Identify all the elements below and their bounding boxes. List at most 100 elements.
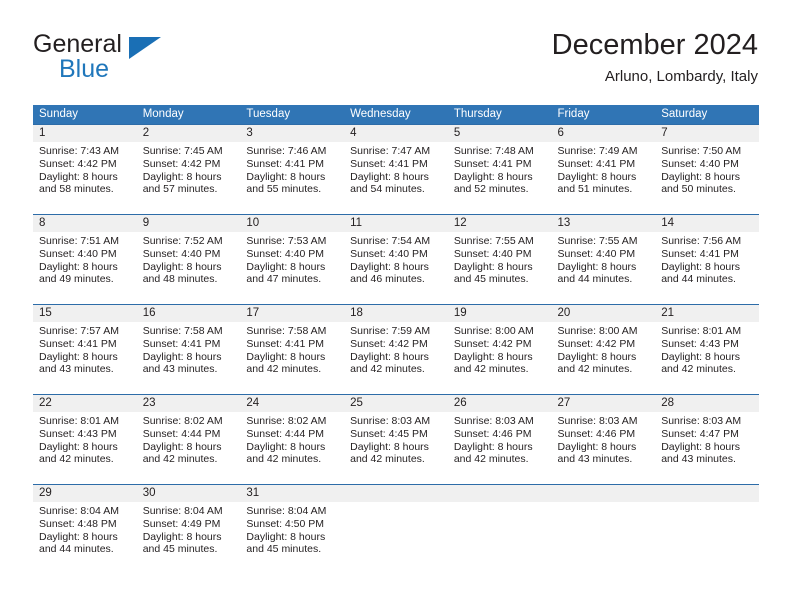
day-of-week-tuesday: Tuesday [240, 105, 345, 124]
day-cell[interactable]: 3 Sunrise: 7:46 AM Sunset: 4:41 PM Daylight… [240, 124, 345, 214]
day-cell[interactable]: 22 Sunrise: 8:01 AM Sunset: 4:43 PM Dayligh… [33, 394, 137, 484]
day-details: Sunrise: 7:56 AM Sunset: 4:41 PM Daylight:… [655, 232, 759, 286]
day-details [448, 502, 552, 505]
day-cell[interactable]: 28 Sunrise: 8:03 AM Sunset: 4:47 PM Dayligh… [655, 394, 759, 484]
day-number: 19 [447, 305, 552, 322]
daylight-text-line2: and 45 minutes. [142, 543, 218, 556]
day-number: 18 [344, 305, 448, 322]
day-cell[interactable]: 11 Sunrise: 7:54 AM Sunset: 4:40 PM Dayligh… [344, 214, 448, 304]
day-number: 25 [344, 395, 448, 412]
sunrise-text: Sunrise: 8:02 AM [246, 415, 327, 427]
sunrise-text: Sunrise: 8:03 AM [661, 415, 742, 427]
sunrise-text: Sunrise: 7:48 AM [453, 145, 534, 157]
daylight-text-line1: Daylight: 8 hours [557, 260, 637, 273]
day-details: Sunrise: 7:50 AM Sunset: 4:40 PM Daylight:… [655, 142, 759, 196]
day-cell[interactable]: 10 Sunrise: 7:53 AM Sunset: 4:40 PM Dayligh… [240, 214, 345, 304]
day-cell[interactable]: 17 Sunrise: 7:58 AM Sunset: 4:41 PM Dayligh… [240, 304, 345, 394]
day-cell[interactable]: 1 Sunrise: 7:43 AM Sunset: 4:42 PM Daylight… [33, 124, 137, 214]
daylight-text-line1: Daylight: 8 hours [142, 350, 222, 363]
sunrise-text: Sunrise: 8:04 AM [246, 505, 327, 517]
week-row: 22 Sunrise: 8:01 AM Sunset: 4:43 PM Dayligh… [33, 394, 759, 484]
day-number [655, 485, 759, 502]
day-number: 27 [551, 395, 656, 412]
day-details: Sunrise: 7:58 AM Sunset: 4:41 PM Daylight:… [137, 322, 241, 376]
day-cell[interactable]: 16 Sunrise: 7:58 AM Sunset: 4:41 PM Dayligh… [136, 304, 241, 394]
day-cell[interactable]: 31 Sunrise: 8:04 AM Sunset: 4:50 PM Dayligh… [240, 484, 345, 574]
sunset-text: Sunset: 4:41 PM [142, 337, 221, 350]
day-cell[interactable]: 25 Sunrise: 8:03 AM Sunset: 4:45 PM Dayligh… [344, 394, 448, 484]
day-cell[interactable]: 8 Sunrise: 7:51 AM Sunset: 4:40 PM Daylight… [33, 214, 137, 304]
day-cell[interactable]: 24 Sunrise: 8:02 AM Sunset: 4:44 PM Dayligh… [240, 394, 345, 484]
general-blue-logo[interactable]: General Blue [33, 30, 233, 88]
sunset-text: Sunset: 4:41 PM [661, 247, 739, 260]
sunrise-text: Sunrise: 8:04 AM [39, 505, 119, 517]
day-cell[interactable]: 13 Sunrise: 7:55 AM Sunset: 4:40 PM Dayligh… [551, 214, 656, 304]
day-cell[interactable]: 9 Sunrise: 7:52 AM Sunset: 4:40 PM Daylight… [136, 214, 241, 304]
sunset-text: Sunset: 4:41 PM [557, 157, 636, 170]
day-number [447, 485, 552, 502]
day-number: 17 [240, 305, 345, 322]
day-cell[interactable]: 30 Sunrise: 8:04 AM Sunset: 4:49 PM Dayligh… [136, 484, 241, 574]
sunset-text: Sunset: 4:40 PM [142, 247, 221, 260]
day-cell[interactable]: 21 Sunrise: 8:01 AM Sunset: 4:43 PM Dayligh… [655, 304, 759, 394]
sunrise-text: Sunrise: 7:55 AM [557, 235, 638, 247]
daylight-text-line1: Daylight: 8 hours [142, 260, 222, 273]
daylight-text-line1: Daylight: 8 hours [557, 440, 637, 453]
sunset-text: Sunset: 4:46 PM [557, 427, 636, 440]
daylight-text-line1: Daylight: 8 hours [350, 260, 429, 273]
day-cell[interactable]: 23 Sunrise: 8:02 AM Sunset: 4:44 PM Dayligh… [136, 394, 241, 484]
calendar-grid: Sunday Monday Tuesday Wednesday Thursday… [33, 105, 759, 574]
sunrise-text: Sunrise: 7:54 AM [350, 235, 431, 247]
daylight-text-line2: and 42 minutes. [557, 363, 633, 376]
daylight-text-line1: Daylight: 8 hours [350, 170, 429, 183]
page-header: General Blue December 2024 Arluno, Lomba… [0, 0, 792, 100]
daylight-text-line2: and 55 minutes. [246, 183, 322, 196]
day-cell[interactable]: 7 Sunrise: 7:50 AM Sunset: 4:40 PM Daylight… [655, 124, 759, 214]
day-number: 7 [655, 125, 759, 142]
day-details: Sunrise: 7:59 AM Sunset: 4:42 PM Daylight:… [344, 322, 448, 376]
day-cell[interactable]: 12 Sunrise: 7:55 AM Sunset: 4:40 PM Dayligh… [447, 214, 552, 304]
day-cell[interactable]: 20 Sunrise: 8:00 AM Sunset: 4:42 PM Dayligh… [551, 304, 656, 394]
day-details: Sunrise: 8:03 AM Sunset: 4:46 PM Daylight:… [552, 412, 656, 466]
daylight-text-line1: Daylight: 8 hours [39, 530, 118, 543]
day-number: 13 [551, 215, 656, 232]
day-cell[interactable]: 29 Sunrise: 8:04 AM Sunset: 4:48 PM Dayligh… [33, 484, 137, 574]
daylight-text-line2: and 42 minutes. [453, 363, 529, 376]
week-row: 8 Sunrise: 7:51 AM Sunset: 4:40 PM Daylight… [33, 214, 759, 304]
day-number: 3 [240, 125, 345, 142]
sunrise-text: Sunrise: 8:01 AM [661, 325, 742, 337]
day-cell-empty [655, 484, 759, 574]
daylight-text-line2: and 42 minutes. [350, 363, 425, 376]
sunset-text: Sunset: 4:42 PM [453, 337, 532, 350]
daylight-text-line1: Daylight: 8 hours [661, 170, 741, 183]
daylight-text-line2: and 51 minutes. [557, 183, 633, 196]
day-number: 29 [33, 485, 137, 502]
daylight-text-line1: Daylight: 8 hours [350, 350, 429, 363]
day-cell[interactable]: 26 Sunrise: 8:03 AM Sunset: 4:46 PM Dayligh… [447, 394, 552, 484]
daylight-text-line2: and 52 minutes. [453, 183, 529, 196]
sunset-text: Sunset: 4:40 PM [453, 247, 532, 260]
daylight-text-line2: and 54 minutes. [350, 183, 425, 196]
sunset-text: Sunset: 4:46 PM [453, 427, 532, 440]
sunrise-text: Sunrise: 8:03 AM [453, 415, 534, 427]
sunset-text: Sunset: 4:41 PM [350, 157, 428, 170]
sunset-text: Sunset: 4:48 PM [39, 517, 117, 530]
daylight-text-line1: Daylight: 8 hours [246, 170, 326, 183]
sunset-text: Sunset: 4:40 PM [39, 247, 117, 260]
day-cell[interactable]: 5 Sunrise: 7:48 AM Sunset: 4:41 PM Daylight… [447, 124, 552, 214]
day-cell[interactable]: 19 Sunrise: 8:00 AM Sunset: 4:42 PM Dayligh… [447, 304, 552, 394]
day-cell[interactable]: 2 Sunrise: 7:45 AM Sunset: 4:42 PM Daylight… [136, 124, 241, 214]
day-cell[interactable]: 6 Sunrise: 7:49 AM Sunset: 4:41 PM Daylight… [551, 124, 656, 214]
day-details: Sunrise: 8:03 AM Sunset: 4:45 PM Daylight:… [344, 412, 448, 466]
day-cell[interactable]: 14 Sunrise: 7:56 AM Sunset: 4:41 PM Dayligh… [655, 214, 759, 304]
logo-text-blue: Blue [59, 55, 110, 83]
daylight-text-line2: and 43 minutes. [39, 363, 114, 376]
day-cell[interactable]: 18 Sunrise: 7:59 AM Sunset: 4:42 PM Dayligh… [344, 304, 448, 394]
week-row: 15 Sunrise: 7:57 AM Sunset: 4:41 PM Dayligh… [33, 304, 759, 394]
daylight-text-line2: and 45 minutes. [453, 273, 529, 286]
day-cell[interactable]: 4 Sunrise: 7:47 AM Sunset: 4:41 PM Daylight… [344, 124, 448, 214]
sunset-text: Sunset: 4:42 PM [557, 337, 636, 350]
day-details: Sunrise: 8:02 AM Sunset: 4:44 PM Daylight:… [240, 412, 344, 466]
day-cell[interactable]: 27 Sunrise: 8:03 AM Sunset: 4:46 PM Dayligh… [551, 394, 656, 484]
day-cell[interactable]: 15 Sunrise: 7:57 AM Sunset: 4:41 PM Dayligh… [33, 304, 137, 394]
